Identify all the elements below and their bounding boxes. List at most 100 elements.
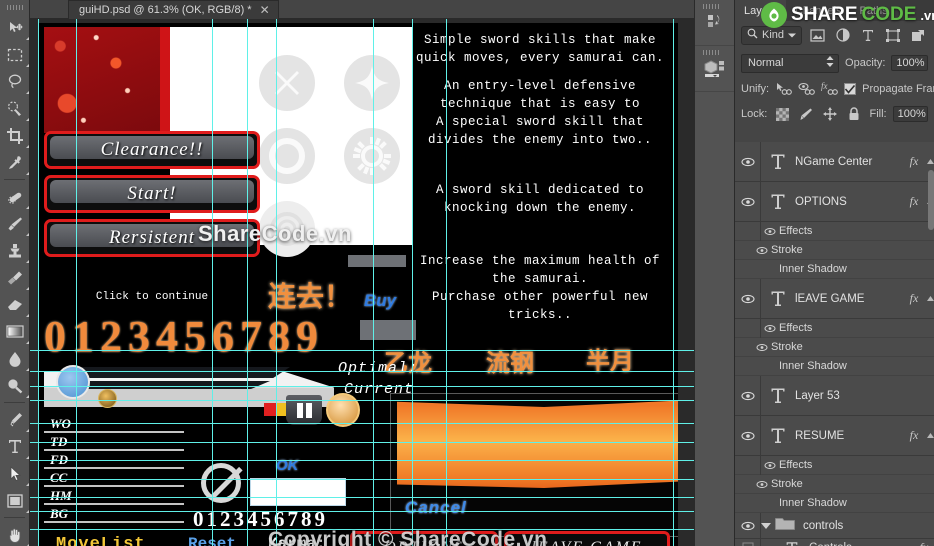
layer-effect-stroke-row[interactable]: Stroke <box>735 241 934 260</box>
layer-effects-row[interactable]: Effects <box>735 318 934 338</box>
guide-horizontal <box>30 511 694 512</box>
pixel-filter-icon[interactable] <box>808 26 827 44</box>
lock-image-icon[interactable] <box>797 105 815 123</box>
unify-position-icon[interactable] <box>775 80 792 98</box>
tab-paths[interactable]: Paths <box>850 0 897 21</box>
layer-row-resume[interactable]: RESUME fx <box>735 415 934 456</box>
eraser-tool[interactable] <box>0 291 30 318</box>
lasso-tool[interactable] <box>0 68 30 95</box>
layer-visibility-toggle[interactable] <box>735 142 761 182</box>
description-text-4: Increase the maximum health of the samur… <box>419 254 661 322</box>
3d-panel-button[interactable] <box>695 46 735 92</box>
lock-transparency-icon[interactable] <box>773 105 791 123</box>
layer-effect-inner-shadow-row[interactable]: Inner Shadow <box>735 494 934 513</box>
lock-position-icon[interactable] <box>821 105 839 123</box>
effect-visibility-toggle[interactable] <box>761 461 779 470</box>
guide-horizontal <box>30 529 694 530</box>
fill-value[interactable]: 100% <box>892 106 928 122</box>
group-visibility-toggle[interactable] <box>735 512 761 539</box>
layer-visibility-toggle[interactable] <box>735 539 761 546</box>
gradient-tool[interactable] <box>0 318 30 345</box>
chevron-up-icon[interactable] <box>925 296 934 301</box>
history-brush-tool[interactable] <box>0 264 30 291</box>
blend-mode-select[interactable]: Normal <box>741 53 840 73</box>
guide-horizontal <box>30 371 694 372</box>
dodge-tool[interactable] <box>0 372 30 399</box>
layer-fx-badge[interactable]: fx <box>903 428 925 443</box>
chevron-up-icon[interactable] <box>925 433 934 438</box>
layer-effect-inner-shadow-row[interactable]: Inner Shadow <box>735 357 934 376</box>
cancel-button[interactable]: Cancel <box>405 498 467 518</box>
history-panel-button[interactable] <box>695 0 735 46</box>
panel-grip <box>703 50 719 55</box>
layer-fx-badge[interactable]: fx <box>903 291 925 306</box>
tab-layers[interactable]: Layers <box>735 0 787 21</box>
hand-tool[interactable] <box>0 521 30 546</box>
buy-button[interactable]: Buy <box>364 291 396 311</box>
layer-row-partial[interactable]: Controls fx <box>735 539 934 546</box>
layers-scrollbar[interactable] <box>928 170 934 230</box>
shape-tool[interactable] <box>0 487 30 514</box>
type-tool[interactable] <box>0 433 30 460</box>
unify-style-icon[interactable]: fx <box>821 80 838 98</box>
effect-visibility-toggle[interactable] <box>761 324 779 333</box>
layer-effects-row[interactable]: Effects <box>735 455 934 475</box>
effect-visibility-toggle[interactable] <box>761 227 779 236</box>
layer-visibility-toggle[interactable] <box>735 415 761 456</box>
layer-row-options[interactable]: OPTIONS fx <box>735 181 934 222</box>
unify-visibility-icon[interactable] <box>798 80 815 98</box>
layer-group-controls[interactable]: controls <box>735 512 934 539</box>
pen-tool[interactable] <box>0 406 30 433</box>
layer-effect-stroke-row[interactable]: Stroke <box>735 475 934 494</box>
path-selection-tool[interactable] <box>0 460 30 487</box>
leave-game-button[interactable]: lEAVE GAME <box>504 531 670 546</box>
document-canvas[interactable]: Clearance!! Start! Rersistent Click to c… <box>38 23 678 546</box>
move-tool[interactable] <box>0 14 30 41</box>
healing-brush-tool[interactable] <box>0 183 30 210</box>
layer-row-layer-53[interactable]: Layer 53 <box>735 375 934 416</box>
lock-all-icon[interactable] <box>845 105 863 123</box>
chevron-up-icon[interactable] <box>925 159 934 164</box>
eyedropper-tool[interactable] <box>0 149 30 176</box>
layer-effects-row[interactable]: Effects <box>735 221 934 241</box>
layer-visibility-toggle[interactable] <box>735 375 761 416</box>
blur-tool[interactable] <box>0 345 30 372</box>
smartobject-filter-icon[interactable] <box>909 26 928 44</box>
layer-row-leave-game[interactable]: lEAVE GAME fx <box>735 278 934 319</box>
shape-filter-icon[interactable] <box>884 26 903 44</box>
slot-bar <box>348 255 406 267</box>
movelist-button[interactable]: MoveList <box>56 535 146 546</box>
history-icon <box>695 13 735 31</box>
adjustment-filter-icon[interactable] <box>833 26 852 44</box>
layer-visibility-toggle[interactable] <box>735 181 761 222</box>
effect-visibility-toggle[interactable] <box>753 480 771 489</box>
effect-visibility-toggle[interactable] <box>753 343 771 352</box>
group-expand-arrow[interactable] <box>761 522 771 529</box>
effect-visibility-toggle[interactable] <box>753 246 771 255</box>
brush-tool[interactable] <box>0 210 30 237</box>
layer-fx-badge[interactable]: fx <box>913 540 934 546</box>
layer-visibility-toggle[interactable] <box>735 278 761 319</box>
tool-flyout-arrow <box>26 287 29 290</box>
layer-row-ngame-center[interactable]: NGame Center fx <box>735 142 934 182</box>
layer-effect-inner-shadow-row[interactable]: Inner Shadow <box>735 260 934 279</box>
layer-list[interactable]: NGame Center fx OPTIONS fx Effects Strok… <box>735 142 934 546</box>
clone-stamp-tool[interactable] <box>0 237 30 264</box>
propagate-frame-checkbox[interactable] <box>844 83 857 95</box>
tab-channels[interactable]: Channels <box>786 0 851 21</box>
crop-tool[interactable] <box>0 122 30 149</box>
type-filter-icon[interactable] <box>858 26 877 44</box>
marquee-tool[interactable] <box>0 41 30 68</box>
quick-selection-tool[interactable] <box>0 95 30 122</box>
toolbar-grip[interactable] <box>0 0 29 14</box>
input-field[interactable] <box>250 478 346 506</box>
layer-effect-stroke-row[interactable]: Stroke <box>735 338 934 357</box>
canvas-area[interactable]: Clearance!! Start! Rersistent Click to c… <box>30 19 694 546</box>
close-icon[interactable]: ✕ <box>260 4 270 16</box>
tool-flyout-arrow <box>26 483 29 486</box>
layer-fx-badge[interactable]: fx <box>903 194 925 209</box>
document-tab[interactable]: guiHD.psd @ 61.3% (OK, RGB/8) * ✕ <box>68 0 279 19</box>
opacity-value[interactable]: 100% <box>891 55 928 71</box>
layer-kind-filter[interactable]: Kind <box>741 25 803 45</box>
layer-fx-badge[interactable]: fx <box>903 154 925 169</box>
